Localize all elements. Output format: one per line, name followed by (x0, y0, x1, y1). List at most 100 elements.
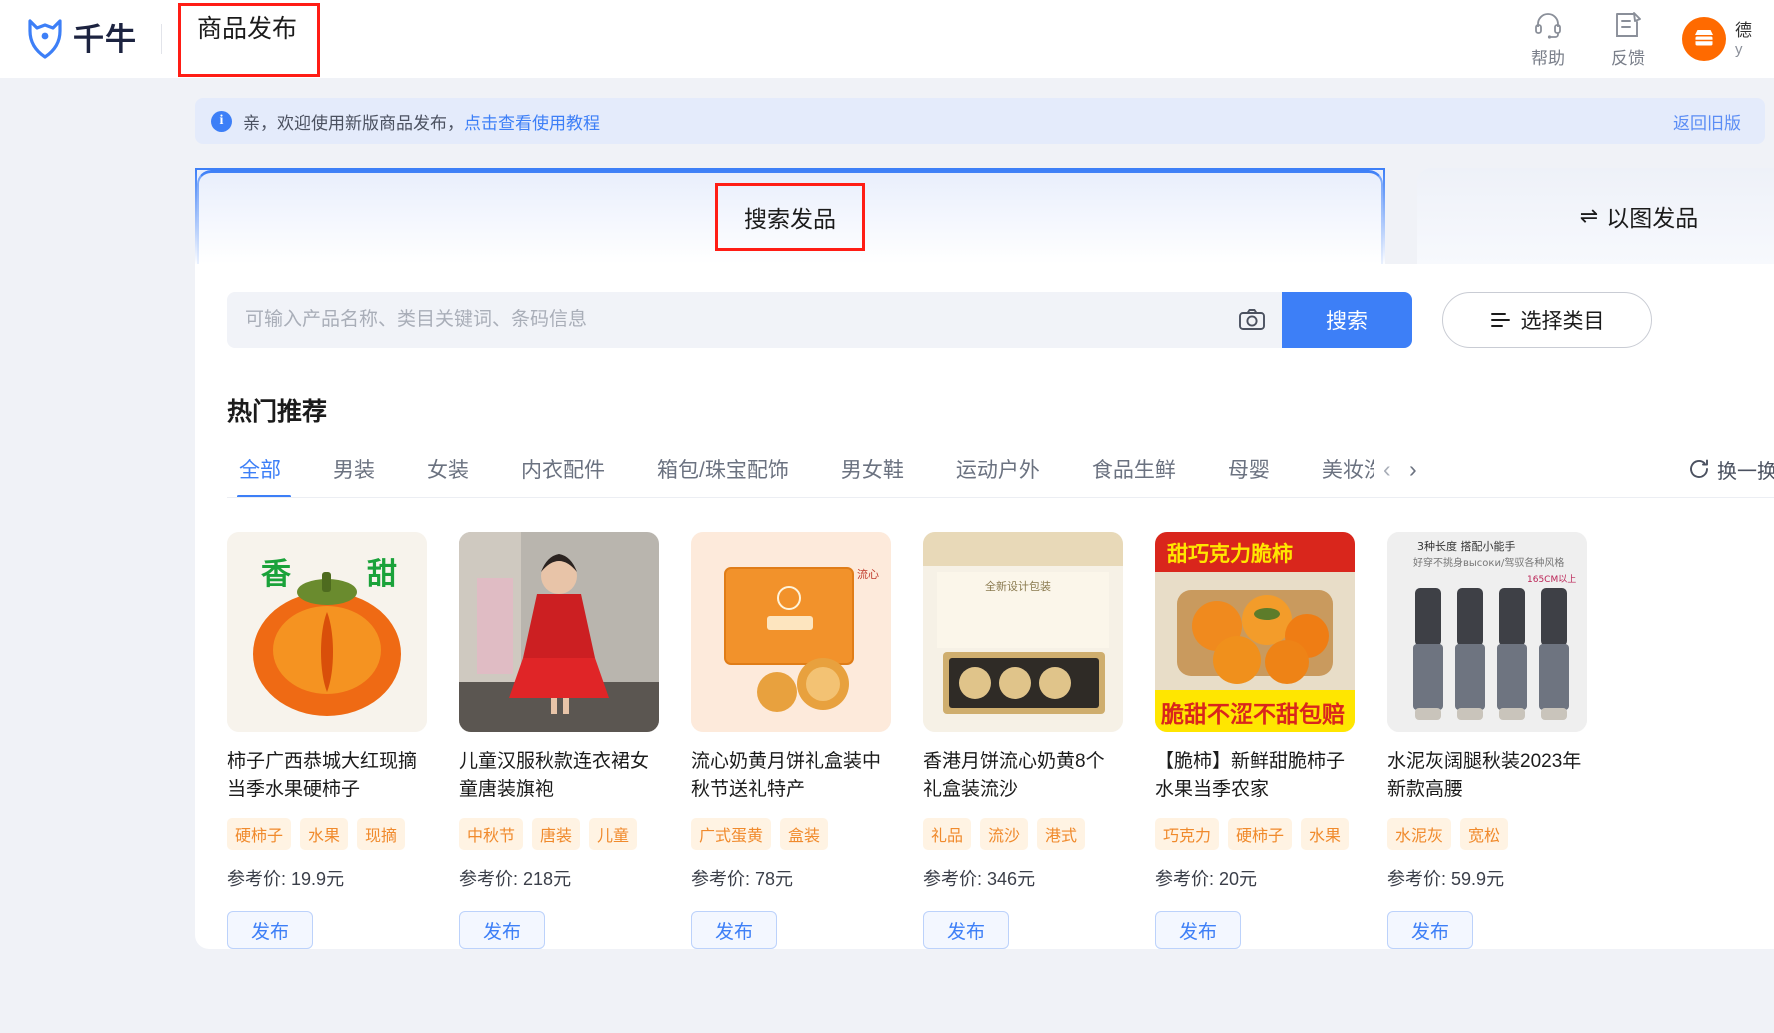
product-tag: 礼品 (923, 818, 972, 850)
product-tag: 现摘 (357, 818, 406, 850)
mooncake-orange-box-image: 流心 (691, 532, 891, 732)
category-tab-underwear[interactable]: 内衣配件 (495, 454, 631, 498)
product-title: 儿童汉服秋款连衣裙女童唐装旗袍 (459, 751, 650, 800)
category-tabs-divider (227, 497, 1774, 498)
product-tags: 水泥灰 宽松 (1387, 818, 1587, 850)
product-tag: 水泥灰 (1387, 818, 1452, 850)
price-label: 参考价: (1155, 869, 1215, 889)
product-tag: 水果 (300, 818, 349, 850)
price-value: 59.9元 (1451, 869, 1505, 889)
publish-button[interactable]: 发布 (691, 911, 777, 949)
category-tab-womenswear[interactable]: 女装 (401, 454, 495, 498)
product-image (459, 532, 659, 732)
refresh-label: 换一换 (1717, 460, 1774, 483)
help-button[interactable]: 帮助 (1508, 10, 1588, 69)
publish-button[interactable]: 发布 (1155, 911, 1241, 949)
category-tab-all[interactable]: 全部 (227, 454, 307, 498)
persimmon-sliced-image: 香 甜 (227, 532, 427, 732)
chevron-left-icon[interactable]: ‹ (1374, 456, 1400, 497)
refresh-icon (1690, 459, 1708, 478)
publish-panel: 搜索发品 ⇌ 以图发品 搜索 选择类目 (195, 168, 1774, 949)
page-title: 商品发布 (197, 15, 298, 44)
product-image: 流心 (691, 532, 891, 732)
category-tab-bags-jewelry[interactable]: 箱包/珠宝配饰 (631, 454, 815, 498)
header-actions: 帮助 反馈 德 y (1508, 10, 1752, 69)
shop-icon (1695, 30, 1713, 46)
product-title: 柿子广西恭城大红现摘当季水果硬柿子 (227, 751, 418, 800)
feedback-button[interactable]: 反馈 (1588, 10, 1668, 69)
notice-text: 亲，欢迎使用新版商品发布， (243, 113, 464, 133)
product-card[interactable]: 3种长度 搭配小能手 好穿不挑身высоки/驾驭各种风格 165CM以上 水泥… (1387, 532, 1587, 949)
publish-button[interactable]: 发布 (1387, 911, 1473, 949)
product-title: 流心奶黄月饼礼盒装中秋节送礼特产 (691, 751, 882, 800)
product-tags: 硬柿子 水果 现摘 (227, 818, 427, 850)
publish-button[interactable]: 发布 (459, 911, 545, 949)
user-menu[interactable]: 德 y (1682, 17, 1752, 61)
user-name: 德 (1735, 20, 1752, 40)
product-price: 参考价: 346元 (923, 865, 1123, 891)
tab-search-publish[interactable]: 搜索发品 (195, 168, 1385, 264)
publish-button[interactable]: 发布 (227, 911, 313, 949)
category-tab-maternity[interactable]: 母婴 (1202, 454, 1296, 498)
publish-button[interactable]: 发布 (923, 911, 1009, 949)
select-category-button[interactable]: 选择类目 (1442, 292, 1652, 348)
price-value: 218元 (523, 869, 572, 889)
product-title: 水泥灰阔腿秋装2023年新款高腰 (1387, 751, 1582, 800)
product-grid: 香 甜 柿子广西恭城大红现摘当季水果硬柿子 硬柿子 水果 现摘 参考价: 19.… (195, 498, 1774, 949)
product-price: 参考价: 19.9元 (227, 865, 427, 891)
product-card[interactable]: 儿童汉服秋款连衣裙女童唐装旗袍 中秋节 唐装 儿童 参考价: 218元 发布 (459, 532, 659, 949)
search-button[interactable]: 搜索 (1282, 292, 1412, 348)
product-card[interactable]: 全新设计包装 香港月饼流心奶黄8个礼盒装流沙 礼品 流沙 港式 参考价: 346… (923, 532, 1123, 949)
chevron-right-icon[interactable]: › (1400, 456, 1426, 497)
panel-body: 搜索 选择类目 热门推荐 全部 男装 女装 内衣配件 箱包/珠宝配饰 男女鞋 运… (195, 264, 1774, 949)
svg-text:3种长度 搭配小能手: 3种长度 搭配小能手 (1417, 539, 1516, 553)
product-title: 【脆柿】新鲜甜脆柿子水果当季农家 (1155, 751, 1346, 800)
tab-search-publish-label: 搜索发品 (744, 206, 836, 232)
product-tag: 硬柿子 (1228, 818, 1293, 850)
product-tags: 巧克力 硬柿子 水果 (1155, 818, 1355, 850)
feedback-icon (1616, 11, 1641, 37)
product-tags: 中秋节 唐装 儿童 (459, 818, 659, 850)
category-tab-menswear[interactable]: 男装 (307, 454, 401, 498)
svg-text:流心: 流心 (857, 567, 879, 581)
search-field[interactable] (227, 292, 1282, 348)
camera-icon[interactable] (1238, 306, 1266, 334)
refresh-button[interactable]: 换一换 (1688, 455, 1774, 498)
avatar (1682, 17, 1726, 61)
price-label: 参考价: (1387, 869, 1447, 889)
product-card[interactable]: 流心 流心奶黄月饼礼盒装中秋节送礼特产 广式蛋黄 盒装 参考价: 78元 发布 (691, 532, 891, 949)
svg-text:香: 香 (261, 557, 291, 592)
svg-text:甜巧克力脆柿: 甜巧克力脆柿 (1167, 542, 1293, 566)
category-tab-beauty[interactable]: 美妆洗护 (1296, 454, 1374, 498)
select-category-label: 选择类目 (1520, 310, 1605, 333)
mode-tabs: 搜索发品 ⇌ 以图发品 (195, 168, 1774, 264)
category-tab-shoes[interactable]: 男女鞋 (815, 454, 930, 498)
product-tag: 盒装 (780, 818, 829, 850)
red-dress-girl-image (459, 532, 659, 732)
product-tag: 唐装 (532, 818, 581, 850)
category-tab-fresh-food[interactable]: 食品生鲜 (1066, 454, 1202, 498)
search-input[interactable] (245, 309, 1238, 331)
product-price: 参考价: 78元 (691, 865, 891, 891)
header-divider (161, 24, 162, 54)
list-icon (1490, 313, 1510, 327)
notice-area: i 亲，欢迎使用新版商品发布， 点击查看使用教程 返回旧版 (0, 78, 1774, 144)
product-card[interactable]: 甜巧克力脆柿 脆甜不涩不甜包赔 【脆柿】新鲜甜脆柿子水果当季农家 巧克力 硬柿子… (1155, 532, 1355, 949)
help-label: 帮助 (1531, 48, 1565, 68)
price-label: 参考价: (459, 869, 519, 889)
notice-tutorial-link[interactable]: 点击查看使用教程 (464, 109, 600, 134)
product-tag: 广式蛋黄 (691, 818, 772, 850)
product-image: 3种长度 搭配小能手 好穿不挑身высоки/驾驭各种风格 165CM以上 (1387, 532, 1587, 732)
brand[interactable]: 千牛 (26, 19, 137, 59)
svg-text:甜: 甜 (367, 557, 397, 592)
price-value: 19.9元 (291, 869, 345, 889)
product-price: 参考价: 20元 (1155, 865, 1355, 891)
svg-text:脆甜不涩不甜包赔: 脆甜不涩不甜包赔 (1160, 701, 1345, 728)
product-card[interactable]: 香 甜 柿子广西恭城大红现摘当季水果硬柿子 硬柿子 水果 现摘 参考价: 19.… (227, 532, 427, 949)
tab-image-publish[interactable]: ⇌ 以图发品 (1417, 168, 1774, 264)
category-tab-sports-outdoor[interactable]: 运动户外 (930, 454, 1066, 498)
price-label: 参考价: (923, 869, 983, 889)
product-tag: 流沙 (980, 818, 1029, 850)
product-tag: 水果 (1301, 818, 1350, 850)
back-to-old-version-link[interactable]: 返回旧版 (1673, 109, 1741, 134)
